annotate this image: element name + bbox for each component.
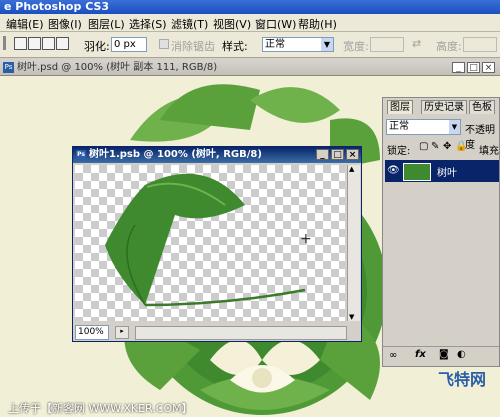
menu-window[interactable]: 窗口(W) bbox=[255, 16, 296, 32]
fill-label: 填充 bbox=[479, 146, 499, 157]
blend-mode-select[interactable]: 正常 ▼ bbox=[386, 119, 461, 135]
menu-image[interactable]: 图像(I) bbox=[48, 16, 82, 32]
chevron-down-icon: ▼ bbox=[449, 120, 460, 134]
antialias-label: 消除锯齿 bbox=[171, 40, 215, 53]
floating-status-bar: 100% ▸ bbox=[73, 323, 361, 341]
tab-swatches[interactable]: 色板 bbox=[469, 100, 495, 114]
minimize-button[interactable]: _ bbox=[316, 149, 329, 160]
height-label: 高度: bbox=[436, 40, 462, 53]
photoshop-doc-icon: Ps bbox=[76, 150, 86, 160]
chevron-down-icon: ▼ bbox=[321, 38, 333, 51]
lock-image-icon[interactable]: ✎ bbox=[431, 141, 439, 152]
lock-transparent-icon[interactable]: ▢ bbox=[419, 141, 428, 152]
new-selection-icon[interactable] bbox=[14, 37, 27, 50]
watermark-text: 上传于【新客网 WWW.XKER.COM】 bbox=[8, 402, 193, 415]
layer-row[interactable]: 👁 树叶 bbox=[385, 160, 499, 182]
transparent-canvas[interactable]: + bbox=[75, 165, 345, 321]
ginkgo-leaf: + bbox=[105, 173, 312, 307]
visibility-eye-icon[interactable]: 👁 bbox=[387, 165, 400, 176]
close-button[interactable]: × bbox=[346, 149, 359, 160]
options-bar: 羽化: 0 px 消除锯齿 样式: 正常 ▼ 宽度: ⇄ 高度: bbox=[0, 32, 500, 58]
swap-icon[interactable]: ⇄ bbox=[412, 37, 421, 50]
feather-label: 羽化: bbox=[84, 40, 110, 53]
mask-icon[interactable]: ◙ bbox=[439, 349, 449, 360]
width-input[interactable] bbox=[370, 37, 404, 52]
watermark-logo: 飞特网 bbox=[438, 370, 487, 389]
layers-panel: 图层 历史记录 色板 正常 ▼ 不透明度 锁定: ▢ ✎ ✥ 🔒 填充 👁 树叶… bbox=[382, 97, 500, 367]
scroll-down-icon[interactable]: ▼ bbox=[349, 313, 354, 321]
floating-document-window[interactable]: Ps 树叶1.psb @ 100% (树叶, RGB/8) _ □ × + ▲ … bbox=[72, 146, 362, 342]
app-title: e Photoshop CS3 bbox=[4, 0, 110, 13]
horizontal-scrollbar[interactable] bbox=[135, 326, 347, 340]
menu-bar: 编辑(E) 图像(I) 图层(L) 选择(S) 滤镜(T) 视图(V) 窗口(W… bbox=[0, 14, 500, 32]
adjustment-icon[interactable]: ◐ bbox=[457, 349, 466, 360]
subtract-selection-icon[interactable] bbox=[42, 37, 55, 50]
menu-filter[interactable]: 滤镜(T) bbox=[171, 16, 208, 32]
antialias-checkbox[interactable] bbox=[159, 39, 169, 49]
svg-text:+: + bbox=[300, 231, 312, 247]
height-input[interactable] bbox=[463, 37, 497, 52]
lock-all-icon[interactable]: 🔒 bbox=[455, 141, 467, 152]
lock-label: 锁定: bbox=[387, 146, 411, 157]
document-title-bar[interactable]: Ps 树叶.psd @ 100% (树叶 副本 111, RGB/8) _ □ … bbox=[0, 60, 500, 76]
grip-handle[interactable] bbox=[3, 36, 6, 50]
style-select-value: 正常 bbox=[265, 39, 285, 50]
photoshop-doc-icon: Ps bbox=[3, 62, 14, 73]
layer-style-icon[interactable]: fx bbox=[415, 349, 426, 360]
feather-input[interactable]: 0 px bbox=[111, 37, 147, 52]
zoom-field[interactable]: 100% bbox=[75, 325, 109, 340]
vertical-scrollbar[interactable]: ▲ ▼ bbox=[347, 165, 360, 321]
layer-thumbnail bbox=[403, 163, 431, 181]
tab-history[interactable]: 历史记录 bbox=[421, 100, 467, 114]
watermark-bar: 上传于【新客网 WWW.XKER.COM】 飞特网 bbox=[0, 370, 500, 417]
menu-help[interactable]: 帮助(H) bbox=[298, 16, 337, 32]
close-button[interactable]: × bbox=[482, 62, 495, 73]
layers-footer: ∞ fx ◙ ◐ bbox=[383, 346, 499, 367]
tab-layers[interactable]: 图层 bbox=[387, 100, 413, 114]
maximize-button[interactable]: □ bbox=[467, 62, 480, 73]
add-selection-icon[interactable] bbox=[28, 37, 41, 50]
style-label: 样式: bbox=[222, 40, 248, 53]
menu-edit[interactable]: 编辑(E) bbox=[6, 16, 44, 32]
style-select[interactable]: 正常 ▼ bbox=[262, 37, 334, 52]
layer-name: 树叶 bbox=[437, 168, 457, 179]
maximize-button[interactable]: □ bbox=[331, 149, 344, 160]
scroll-up-icon[interactable]: ▲ bbox=[349, 165, 354, 173]
menu-select[interactable]: 选择(S) bbox=[129, 16, 167, 32]
app-title-bar: e Photoshop CS3 bbox=[0, 0, 500, 14]
lock-position-icon[interactable]: ✥ bbox=[443, 141, 451, 152]
intersect-selection-icon[interactable] bbox=[56, 37, 69, 50]
floating-window-title: 树叶1.psb @ 100% (树叶, RGB/8) bbox=[89, 149, 262, 160]
menu-view[interactable]: 视图(V) bbox=[213, 16, 251, 32]
minimize-button[interactable]: _ bbox=[452, 62, 465, 73]
link-layers-icon[interactable]: ∞ bbox=[389, 350, 397, 361]
floating-window-title-bar[interactable]: Ps 树叶1.psb @ 100% (树叶, RGB/8) _ □ × bbox=[73, 147, 361, 163]
blend-mode-value: 正常 bbox=[389, 121, 409, 132]
document-title: 树叶.psd @ 100% (树叶 副本 111, RGB/8) bbox=[17, 62, 218, 73]
status-menu-icon[interactable]: ▸ bbox=[115, 326, 129, 339]
width-label: 宽度: bbox=[343, 40, 369, 53]
menu-layer[interactable]: 图层(L) bbox=[88, 16, 125, 32]
